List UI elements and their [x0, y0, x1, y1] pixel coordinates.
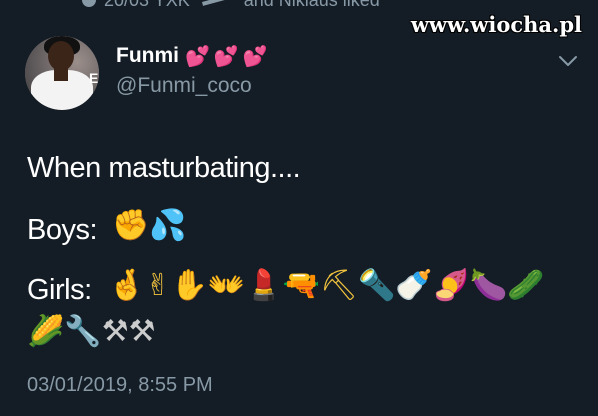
tweet-page: 20/03 YXK and Niklaus liked www.wiocha.p… — [0, 0, 598, 416]
avatar-letter: E — [89, 70, 99, 86]
author-name-row[interactable]: Funmi 💕💕💕 — [116, 44, 272, 68]
chevron-down-icon[interactable] — [558, 54, 578, 68]
author-handle[interactable]: @Funmi_coco — [116, 74, 252, 98]
tweet-girls-emoji-2: 🌽🔧⚒⚒ — [27, 314, 156, 349]
tweet-boys-label: Boys: — [27, 214, 98, 246]
tweet-boys-emoji: ✊💦 — [112, 208, 187, 243]
heart-icon — [82, 0, 96, 7]
avatar-head — [48, 41, 74, 71]
display-name[interactable]: Funmi — [116, 44, 179, 68]
tweet-girls-emoji-1: 🤞✌✋👐💄🔫⛏🔦🍼🍠🍆🥒 — [108, 268, 545, 303]
tweet-girls-label: Girls: — [27, 274, 92, 306]
context-separator — [201, 0, 232, 6]
context-date: 20/03 YXK — [104, 0, 190, 11]
social-context[interactable]: 20/03 YXK and Niklaus liked — [82, 0, 380, 11]
context-liked-text: and Niklaus liked — [244, 0, 380, 11]
avatar[interactable]: E — [25, 36, 99, 110]
name-emoji: 💕💕💕 — [185, 44, 272, 68]
tweet-timestamp[interactable]: 03/01/2019, 8:55 PM — [27, 374, 213, 397]
tweet-text-line1: When masturbating.... — [27, 152, 301, 184]
watermark: www.wiocha.pl — [410, 12, 582, 37]
